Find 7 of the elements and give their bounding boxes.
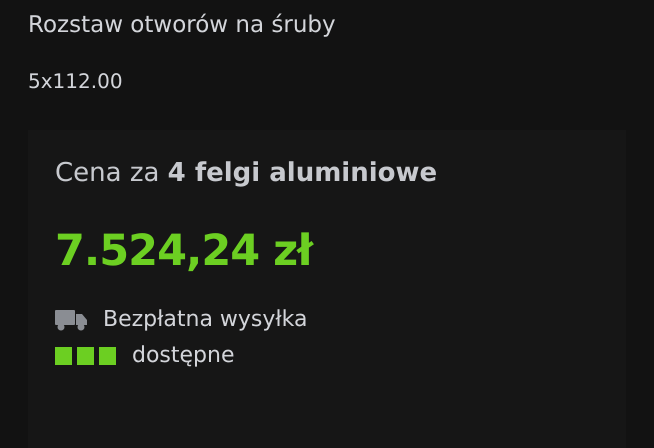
availability-label: dostępne — [132, 342, 234, 370]
spec-label: Rozstaw otworów na śruby — [28, 11, 337, 40]
truck-icon — [55, 309, 87, 331]
spec-value: 5x112.00 — [28, 68, 124, 94]
shipping-label: Bezpłatna wysyłka — [103, 306, 308, 334]
price-heading: Cena za 4 felgi aluminiowe — [55, 158, 438, 188]
price: 7.524,24 zł — [55, 226, 314, 276]
